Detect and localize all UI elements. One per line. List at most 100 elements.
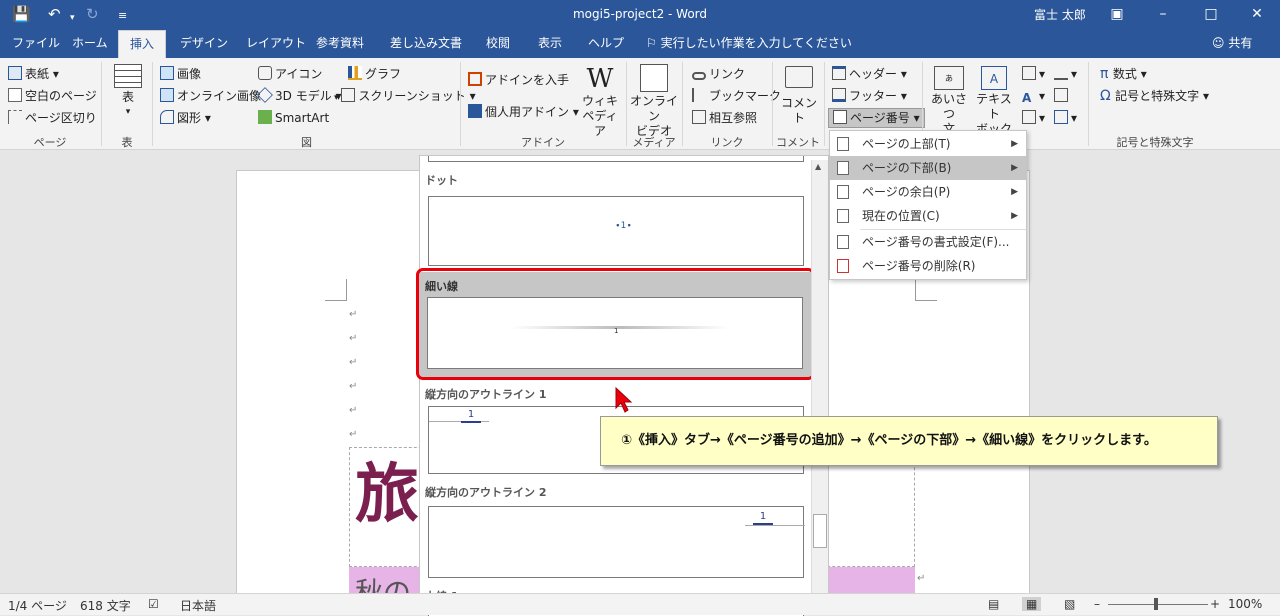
- online-picture-label: オンライン画像: [177, 89, 262, 103]
- screenshot-button[interactable]: ▾ スクリーンショット ▾: [334, 88, 476, 106]
- equation-button[interactable]: π 数式 ▾: [1100, 66, 1147, 82]
- word-count[interactable]: 618 文字: [80, 597, 131, 614]
- page-break-icon: [8, 110, 22, 124]
- quick-parts-icon: [1022, 66, 1036, 80]
- tab-mailings[interactable]: 差し込み文書: [382, 30, 470, 58]
- tab-review[interactable]: 校閲: [478, 30, 518, 58]
- page-number-menu: ページの上部(T) ▶ ページの下部(B) ▶ ページの余白(P) ▶ 現在の位置(C…: [829, 130, 1027, 280]
- maximize-button[interactable]: □: [1196, 3, 1226, 25]
- tab-help[interactable]: ヘルプ: [580, 30, 632, 58]
- format-page-number-icon: [837, 235, 849, 249]
- menu-item-page-margins[interactable]: ページの余白(P) ▶: [830, 180, 1026, 204]
- link-button[interactable]: リンク: [692, 66, 745, 82]
- menu-item-format-page-numbers[interactable]: ページ番号の書式設定(F)...: [830, 230, 1026, 254]
- ribbon-display-icon[interactable]: ▣: [1102, 3, 1132, 25]
- blank-page-button[interactable]: 空白のページ: [8, 88, 97, 104]
- new-comment-button[interactable]: コメント: [776, 66, 822, 126]
- gallery-item-vertical-outline-2[interactable]: 1: [428, 506, 805, 578]
- page-margin-icon: [837, 185, 849, 199]
- tab-design[interactable]: デザイン: [172, 30, 236, 58]
- user-name[interactable]: 富士 太郎: [1034, 6, 1086, 23]
- gallery-item-dot[interactable]: ∙1∙: [428, 196, 804, 266]
- scroll-up-icon[interactable]: ▲: [815, 162, 821, 171]
- zoom-in-icon[interactable]: +: [1210, 597, 1220, 611]
- footer-button[interactable]: フッター ▾: [832, 88, 907, 104]
- signature-icon: [1054, 66, 1068, 80]
- tab-view[interactable]: 表示: [530, 30, 570, 58]
- document-title: mogi5-project2 - Word: [572, 7, 708, 21]
- bookmark-icon: [692, 88, 706, 102]
- comment-label: コメント: [780, 96, 817, 125]
- vertical-outline-2-number: 1: [753, 511, 773, 525]
- cube-icon: [257, 87, 273, 103]
- menu-item-bottom-of-page[interactable]: ページの下部(B) ▶: [830, 156, 1026, 180]
- tab-home[interactable]: ホーム: [64, 30, 116, 58]
- page-number-gallery: ドット ∙1∙ 縦方向のアウトライン 1 1 縦方向のアウトライン 2 1 上線…: [419, 155, 829, 616]
- gallery-item-prev[interactable]: [428, 156, 804, 162]
- group-label-comments: コメント: [776, 136, 820, 149]
- cross-reference-button[interactable]: 相互参照: [692, 110, 757, 126]
- close-button[interactable]: ✕: [1242, 3, 1272, 25]
- tab-file[interactable]: ファイル: [4, 30, 68, 58]
- object-button[interactable]: ▾: [1054, 110, 1077, 126]
- print-layout-icon[interactable]: ▦: [1022, 597, 1042, 611]
- language[interactable]: 日本語: [180, 597, 216, 614]
- share-button[interactable]: ☺ 共有: [1212, 30, 1252, 56]
- online-picture-icon: [160, 88, 174, 102]
- wikipedia-button[interactable]: W ウィキ ペディア: [580, 64, 620, 139]
- menu-item-current-position[interactable]: 現在の位置(C) ▶: [830, 204, 1026, 228]
- table-button[interactable]: 表 ▾: [108, 64, 148, 120]
- menu-item-remove-page-numbers[interactable]: ページ番号の削除(R): [830, 254, 1026, 278]
- tab-insert[interactable]: 挿入: [118, 30, 166, 58]
- zoom-slider[interactable]: [1108, 604, 1208, 605]
- shapes-button[interactable]: 図形 ▾: [160, 110, 211, 126]
- bookmark-label: ブックマーク: [709, 89, 782, 103]
- table-icon: [114, 64, 142, 88]
- group-label-pages: ページ: [33, 136, 67, 149]
- quick-parts-button[interactable]: ▾: [1022, 66, 1045, 82]
- online-video-button[interactable]: オンライン ビデオ: [630, 64, 678, 139]
- read-mode-icon[interactable]: ▤: [988, 597, 999, 611]
- page-count[interactable]: 1/4 ページ: [8, 597, 67, 614]
- zoom-level[interactable]: 100%: [1228, 597, 1262, 611]
- greeting-button[interactable]: あ あいさつ 文: [928, 66, 970, 137]
- my-addins-button[interactable]: 個人用アドイン ▾: [468, 104, 579, 120]
- cover-page-button[interactable]: 表紙 ▾: [8, 66, 59, 82]
- header-button[interactable]: ヘッダー ▾: [832, 66, 907, 82]
- zoom-slider-thumb[interactable]: [1154, 598, 1158, 610]
- scroll-thumb[interactable]: [813, 514, 827, 548]
- page-number-icon: [833, 110, 847, 124]
- drop-cap-button[interactable]: ▾: [1022, 110, 1045, 126]
- footer-icon: [832, 88, 846, 102]
- zoom-out-icon[interactable]: –: [1094, 597, 1100, 611]
- signature-line-button[interactable]: ▾: [1054, 66, 1077, 82]
- web-layout-icon[interactable]: ▧: [1064, 597, 1075, 611]
- share-label: 共有: [1228, 36, 1253, 50]
- minimize-button[interactable]: –: [1148, 3, 1178, 25]
- tell-me-box[interactable]: ⚐ 実行したい作業を入力してください: [646, 30, 852, 56]
- date-time-button[interactable]: [1054, 88, 1071, 104]
- menu-item-label: ページの上部(T): [862, 137, 951, 151]
- screenshot-label: スクリーンショット: [358, 89, 466, 103]
- page-break-button[interactable]: ページ区切り: [8, 110, 97, 126]
- greeting-label-1: あいさつ: [930, 92, 967, 121]
- ribbon: 表紙 ▾ 空白のページ ページ区切り ページ 表 ▾ 表 画像 オンライン画像 …: [0, 58, 1280, 151]
- online-picture-button[interactable]: オンライン画像: [160, 88, 261, 104]
- gallery-scrollbar[interactable]: ▲ ▼: [811, 160, 828, 615]
- page-number-button[interactable]: ページ番号 ▾: [828, 108, 925, 128]
- proofing-icon[interactable]: ☑: [148, 597, 159, 611]
- chart-button[interactable]: グラフ: [348, 66, 401, 82]
- wordart-button[interactable]: A ▾: [1022, 88, 1045, 105]
- tab-layout[interactable]: レイアウト: [238, 30, 314, 58]
- menu-item-top-of-page[interactable]: ページの上部(T) ▶: [830, 132, 1026, 156]
- icons-button[interactable]: アイコン: [258, 66, 322, 82]
- 3d-models-button[interactable]: 3D モデル ▾: [257, 87, 342, 104]
- tab-references[interactable]: 参考資料: [308, 30, 372, 58]
- get-addins-button[interactable]: アドインを入手: [468, 72, 569, 88]
- bookmark-button[interactable]: ブックマーク: [692, 88, 781, 104]
- symbol-button[interactable]: Ω 記号と特殊文字 ▾: [1100, 88, 1209, 104]
- smartart-button[interactable]: SmartArt: [258, 110, 329, 126]
- gallery-label-dot: ドット: [425, 174, 458, 187]
- paragraph-mark: ↵: [349, 333, 358, 344]
- picture-button[interactable]: 画像: [160, 66, 201, 82]
